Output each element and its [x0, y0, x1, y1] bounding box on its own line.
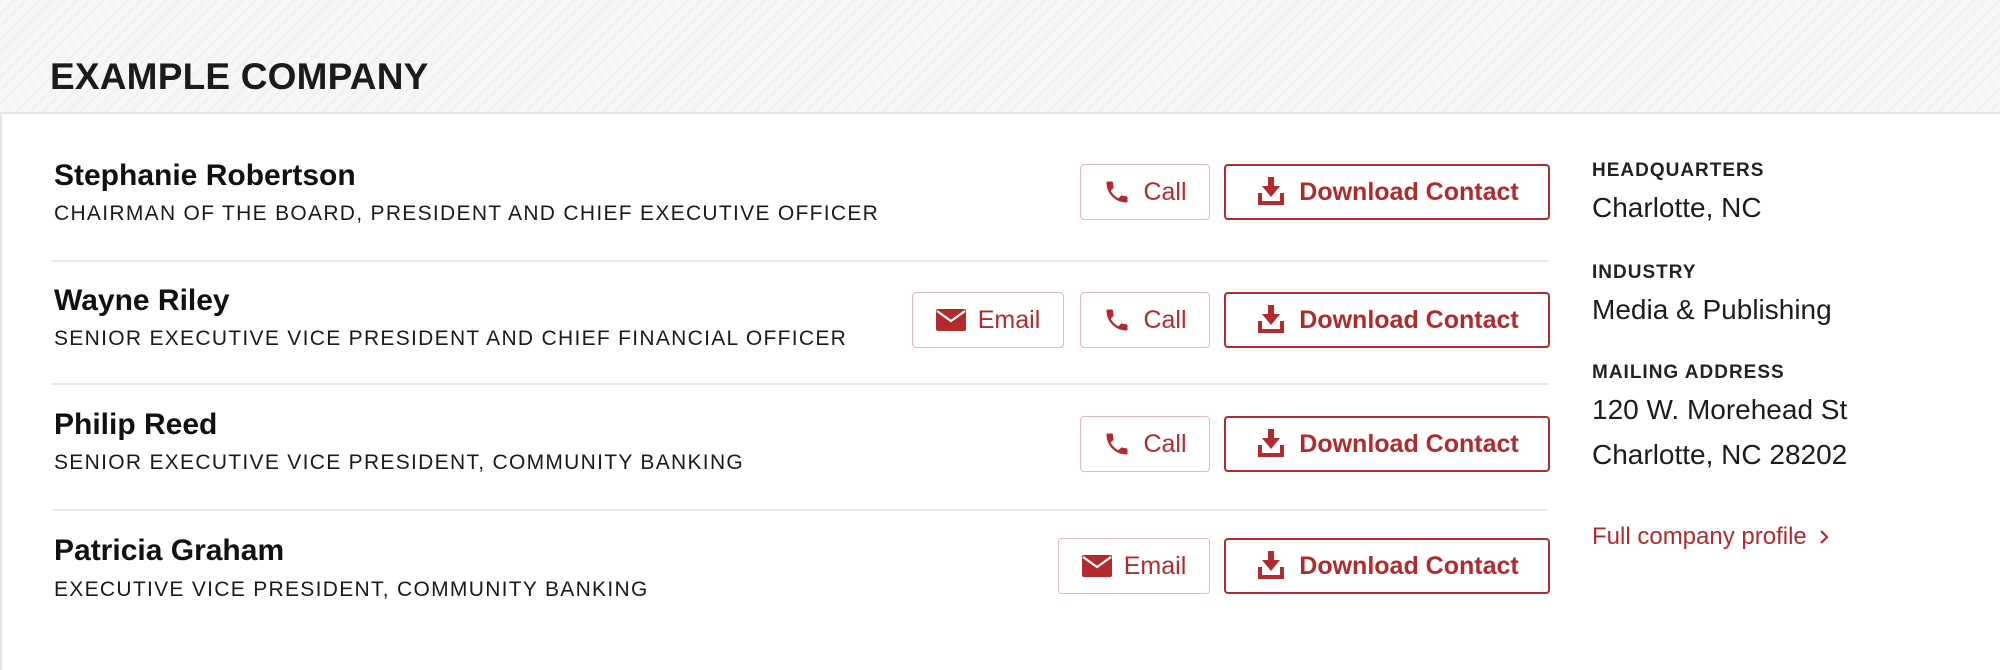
download-icon	[1255, 305, 1287, 335]
header-band: EXAMPLE COMPANY	[0, 0, 2000, 114]
email-button-label: Email	[1123, 551, 1187, 580]
profile-link-label: Full company profile	[1592, 523, 1807, 550]
content-border	[0, 114, 2, 670]
call-button[interactable]: Call	[1080, 416, 1210, 472]
envelope-icon	[1081, 555, 1112, 577]
download-contact-button[interactable]: Download Contact	[1224, 416, 1550, 472]
download-button-label: Download Contact	[1299, 305, 1519, 334]
contact-name: Patricia Graham	[54, 534, 285, 567]
contact-title: EXECUTIVE VICE PRESIDENT, COMMUNITY BANK…	[54, 578, 649, 601]
contact-name: Philip Reed	[54, 408, 218, 441]
download-contact-button[interactable]: Download Contact	[1224, 538, 1550, 594]
download-button-label: Download Contact	[1299, 177, 1519, 206]
contact-row: Stephanie Robertson CHAIRMAN OF THE BOAR…	[52, 158, 1550, 258]
download-button-label: Download Contact	[1299, 429, 1519, 458]
call-button-label: Call	[1143, 429, 1187, 458]
call-button[interactable]: Call	[1080, 292, 1210, 348]
email-button-label: Email	[977, 305, 1041, 334]
contact-name: Wayne Riley	[54, 284, 230, 317]
email-button[interactable]: Email	[912, 292, 1064, 348]
call-button-label: Call	[1143, 177, 1187, 206]
download-icon	[1255, 551, 1287, 581]
company-title: EXAMPLE COMPANY	[50, 56, 429, 97]
phone-icon	[1103, 430, 1131, 458]
contact-row: Patricia Graham EXECUTIVE VICE PRESIDENT…	[52, 533, 1550, 633]
contact-title: SENIOR EXECUTIVE VICE PRESIDENT, COMMUNI…	[54, 451, 745, 474]
contact-title: SENIOR EXECUTIVE VICE PRESIDENT AND CHIE…	[54, 327, 848, 350]
phone-icon	[1103, 306, 1131, 334]
mailing-address-line2: Charlotte, NC 28202	[1592, 439, 1848, 470]
headquarters-label: HEADQUARTERS	[1592, 160, 1765, 181]
download-contact-button[interactable]: Download Contact	[1224, 292, 1550, 348]
industry-label: INDUSTRY	[1592, 262, 1697, 283]
mailing-address-label: MAILING ADDRESS	[1592, 362, 1785, 383]
industry-value: Media & Publishing	[1592, 294, 1832, 325]
row-divider	[52, 509, 1548, 511]
row-divider	[52, 260, 1548, 262]
call-button-label: Call	[1143, 305, 1187, 334]
call-button[interactable]: Call	[1080, 164, 1210, 220]
contact-row: Wayne Riley SENIOR EXECUTIVE VICE PRESID…	[52, 283, 1550, 383]
row-divider	[52, 383, 1548, 385]
download-contact-button[interactable]: Download Contact	[1224, 164, 1550, 220]
download-icon	[1255, 429, 1287, 459]
download-button-label: Download Contact	[1299, 551, 1519, 580]
phone-icon	[1103, 178, 1131, 206]
contact-row: Philip Reed SENIOR EXECUTIVE VICE PRESID…	[52, 407, 1550, 507]
email-button[interactable]: Email	[1058, 538, 1210, 594]
envelope-icon	[935, 309, 966, 331]
full-company-profile-link[interactable]: Full company profile	[1592, 523, 1829, 551]
contact-name: Stephanie Robertson	[54, 159, 356, 192]
download-icon	[1255, 177, 1287, 207]
chevron-right-icon	[1819, 529, 1829, 545]
headquarters-value: Charlotte, NC	[1592, 192, 1762, 223]
contact-title: CHAIRMAN OF THE BOARD, PRESIDENT AND CHI…	[54, 202, 880, 225]
mailing-address-line1: 120 W. Morehead St	[1592, 394, 1848, 425]
